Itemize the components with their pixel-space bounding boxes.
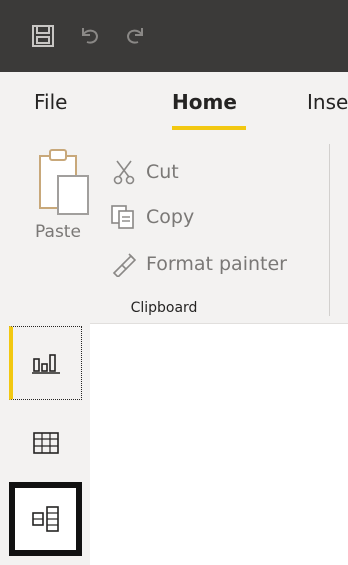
active-tab-indicator bbox=[172, 126, 246, 130]
format-painter-button[interactable]: Format painter bbox=[112, 248, 287, 280]
copy-label: Copy bbox=[146, 206, 195, 228]
model-icon bbox=[31, 506, 59, 532]
cut-button[interactable]: Cut bbox=[112, 156, 179, 188]
report-view-button[interactable] bbox=[9, 326, 82, 400]
table-icon bbox=[32, 432, 59, 454]
undo-button[interactable] bbox=[72, 0, 108, 72]
tab-insert[interactable]: Inse bbox=[307, 90, 348, 114]
data-view-button[interactable] bbox=[9, 406, 82, 480]
title-bar bbox=[0, 0, 348, 72]
save-icon bbox=[32, 25, 54, 47]
save-button[interactable] bbox=[25, 0, 61, 72]
scissors-icon bbox=[113, 160, 135, 185]
format-painter-label: Format painter bbox=[146, 253, 287, 275]
clipboard-group-label: Clipboard bbox=[130, 300, 198, 316]
cut-label: Cut bbox=[146, 161, 179, 183]
copy-icon bbox=[111, 205, 134, 229]
tab-file[interactable]: File bbox=[34, 90, 67, 114]
group-separator bbox=[329, 144, 330, 316]
undo-icon bbox=[82, 28, 99, 44]
bar-chart-icon bbox=[32, 354, 60, 374]
redo-button[interactable] bbox=[117, 0, 153, 72]
paste-label: Paste bbox=[35, 222, 81, 242]
paintbrush-icon bbox=[112, 253, 136, 277]
redo-icon bbox=[126, 28, 143, 44]
model-view-button[interactable] bbox=[9, 482, 82, 556]
tab-home[interactable]: Home bbox=[172, 90, 237, 114]
paste-icon bbox=[39, 149, 89, 215]
copy-button[interactable]: Copy bbox=[110, 201, 194, 233]
